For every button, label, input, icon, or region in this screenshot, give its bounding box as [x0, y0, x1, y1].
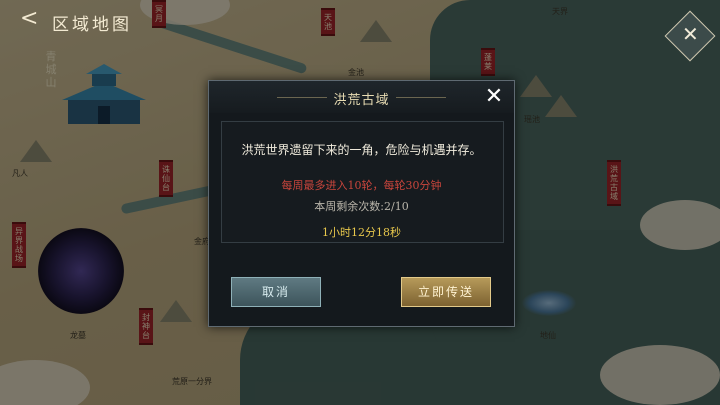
remaining-count-text: 本周剩余次数:2/10 [314, 200, 409, 213]
teleport-button[interactable]: 立即传送 [401, 277, 491, 307]
close-icon[interactable]: ✕ [682, 22, 699, 46]
cancel-button[interactable]: 取消 [231, 277, 321, 307]
page-title: 区域地图 [52, 15, 132, 35]
countdown-timer: 1小时12分18秒 [322, 226, 401, 239]
dialog-close-icon[interactable]: ✕ [481, 84, 507, 110]
dialog-title: 洪荒古域 [333, 93, 390, 108]
top-bar: < 区域地图 [0, 0, 230, 40]
back-arrow-icon[interactable]: < [20, 6, 38, 31]
entry-limit-text: 每周最多进入10轮，每轮30分钟 [281, 179, 442, 192]
teleport-dialog: 洪荒古域 ✕ 洪荒世界遗留下来的一角，危险与机遇并存。 每周最多进入10轮，每轮… [208, 80, 515, 327]
dialog-description: 洪荒世界遗留下来的一角，危险与机遇并存。 [241, 143, 482, 157]
